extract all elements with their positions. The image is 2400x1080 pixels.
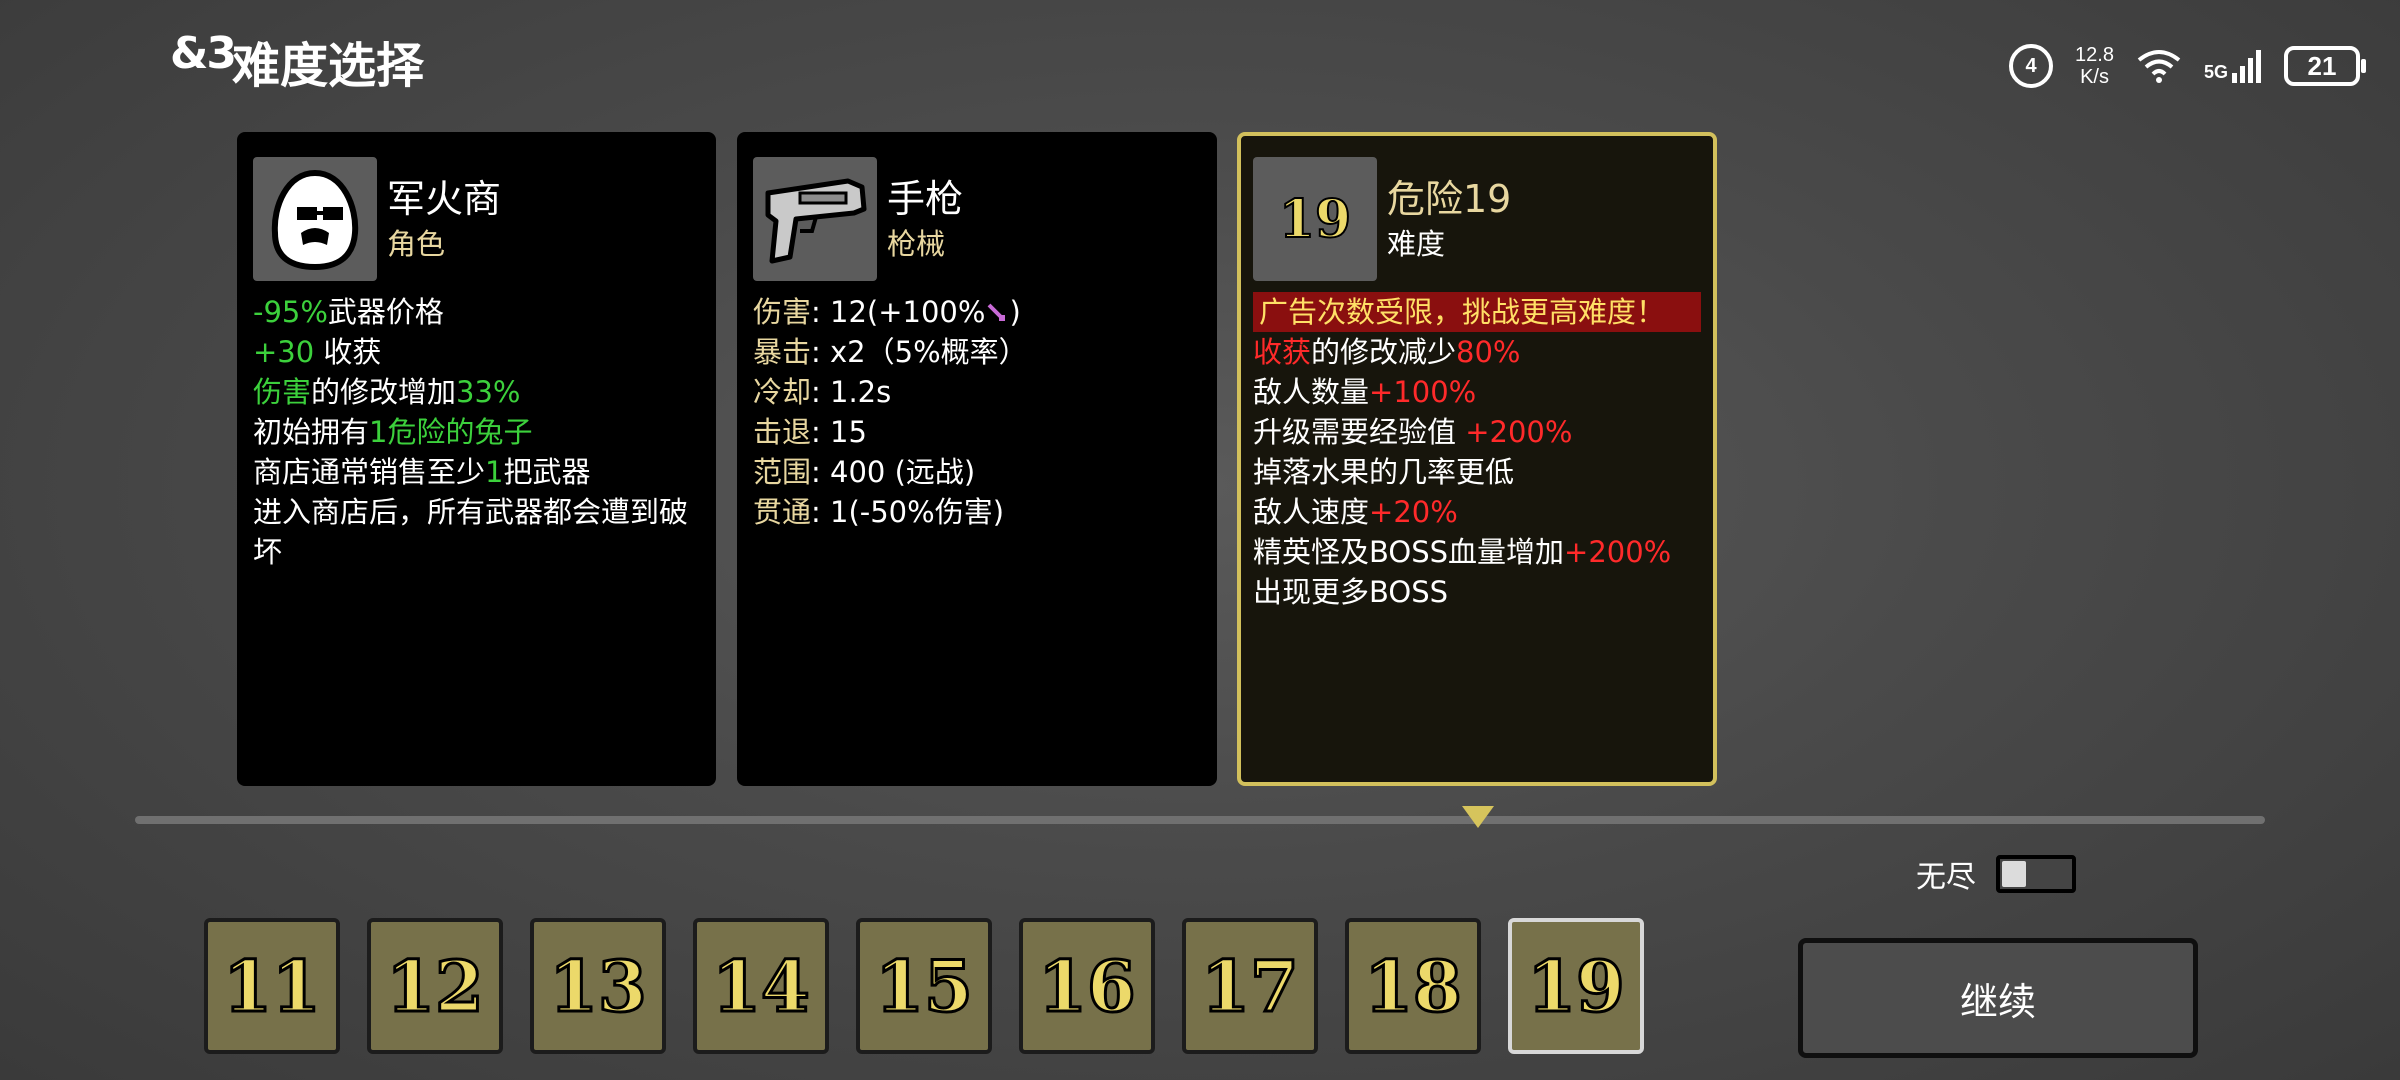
difficulty-tile-17[interactable]: 17 [1182, 918, 1318, 1054]
modifier-line: 精英怪及BOSS血量增加+200% [1253, 535, 1672, 569]
modifier-line: 收获的修改减少80% [1253, 335, 1521, 369]
difficulty-tile-13[interactable]: 13 [530, 918, 666, 1054]
difficulty-badge: 19 [1253, 157, 1377, 281]
scroll-track[interactable] [135, 816, 2265, 824]
stat-line: 初始拥有1危险的兔子 [253, 415, 533, 449]
weapon-name: 手枪 [887, 177, 964, 221]
stat-line: 进入商店后，所有武器都会遭到破坏 [253, 495, 689, 569]
stat-line: 贯通: 1(-50%伤害) [753, 495, 1005, 529]
selection-pointer-icon [1462, 806, 1494, 828]
ranged-damage-icon [985, 295, 1009, 329]
difficulty-tile-18[interactable]: 18 [1345, 918, 1481, 1054]
difficulty-tile-19[interactable]: 19 [1508, 918, 1644, 1054]
stat-line: +30 收获 [253, 335, 382, 369]
stat-line: 范围: 400 (远战) [753, 455, 976, 489]
difficulty-modifiers: 广告次数受限，挑战更高难度！ 收获的修改减少80% 敌人数量+100% 升级需要… [1253, 292, 1701, 612]
character-type: 角色 [387, 227, 446, 261]
difficulty-tile-12[interactable]: 12 [367, 918, 503, 1054]
difficulty-card: 19 危险19 难度 广告次数受限，挑战更高难度！ 收获的修改减少80% 敌人数… [1237, 132, 1717, 786]
page-title: 难度选择 [232, 38, 425, 94]
network-speed: 12.8 K/s [2075, 44, 2114, 88]
character-card: 军火商 角色 -95%武器价格 +30 收获 伤害的修改增加33% 初始拥有1危… [237, 132, 716, 786]
difficulty-name: 危险19 [1387, 177, 1512, 221]
pistol-icon [753, 157, 877, 281]
weapon-card: 手枪 枪械 伤害: 12(+100%) 暴击: x2（5%概率） 冷却: 1.2… [737, 132, 1217, 786]
status-bar: 4 12.8 K/s 5G 21 [2009, 44, 2366, 88]
endless-toggle-group: 无尽 [1916, 852, 2076, 896]
difficulty-tile-14[interactable]: 14 [693, 918, 829, 1054]
modifier-line: 敌人数量+100% [1253, 375, 1477, 409]
stat-line: 冷却: 1.2s [753, 375, 892, 409]
ad-limit-warning: 广告次数受限，挑战更高难度！ [1253, 292, 1701, 332]
character-stats: -95%武器价格 +30 收获 伤害的修改增加33% 初始拥有1危险的兔子 商店… [253, 292, 700, 572]
stat-line: 商店通常销售至少1把武器 [253, 455, 591, 489]
toggle-knob [2002, 861, 2026, 887]
hd-call-icon: 4 [2009, 44, 2054, 88]
signal-icon: 5G [2204, 49, 2262, 83]
difficulty-tile-11[interactable]: 11 [204, 918, 340, 1054]
continue-button[interactable]: 继续 [1798, 938, 2198, 1058]
difficulty-type: 难度 [1387, 227, 1446, 261]
difficulty-selector: 11 12 13 14 15 16 17 18 19 [204, 918, 1644, 1054]
stat-line: 伤害的修改增加33% [253, 375, 521, 409]
stat-line: 暴击: x2（5%概率） [753, 335, 1028, 369]
stat-line: 伤害: 12(+100%) [753, 295, 1021, 329]
weapon-type: 枪械 [887, 227, 946, 261]
endless-label: 无尽 [1916, 860, 1976, 895]
weapon-stats: 伤害: 12(+100%) 暴击: x2（5%概率） 冷却: 1.2s 击退: … [753, 292, 1201, 532]
modifier-line: 敌人速度+20% [1253, 495, 1458, 529]
character-name: 军火商 [387, 177, 502, 221]
difficulty-tile-16[interactable]: 16 [1019, 918, 1155, 1054]
difficulty-tile-15[interactable]: 15 [856, 918, 992, 1054]
battery-icon: 21 [2284, 46, 2366, 86]
stat-line: 击退: 15 [753, 415, 867, 449]
endless-toggle[interactable] [1996, 855, 2076, 893]
modifier-line: 出现更多BOSS [1253, 575, 1449, 609]
wifi-icon [2136, 49, 2182, 83]
modifier-line: 掉落水果的几率更低 [1253, 455, 1515, 489]
bald-egg-face-with-glasses-icon [253, 157, 377, 281]
stat-line: -95%武器价格 [253, 295, 444, 329]
modifier-line: 升级需要经验值 +200% [1253, 415, 1573, 449]
back-button[interactable]: &3 [170, 28, 237, 79]
